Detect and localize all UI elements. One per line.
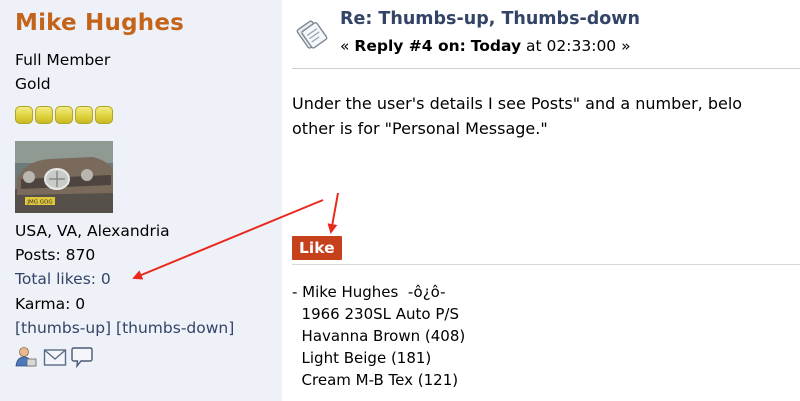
signature-divider (292, 264, 800, 265)
avatar[interactable]: JMG GOG (15, 141, 113, 213)
signature-line: Cream M-B Tex (121) (292, 371, 459, 389)
member-rank: Gold (15, 75, 51, 93)
post-body: Under the user's details I see Posts" an… (292, 91, 800, 141)
star-icon (75, 106, 93, 124)
member-group: Full Member (15, 51, 111, 69)
profile-icon[interactable] (15, 346, 37, 368)
total-likes-link[interactable]: Total likes: 0 (15, 270, 111, 288)
star-icon (15, 106, 33, 124)
rank-stars (15, 106, 113, 126)
email-icon[interactable] (43, 346, 67, 368)
poster-location: USA, VA, Alexandria (15, 222, 170, 240)
reply-number[interactable]: Reply #4 on: (354, 37, 465, 55)
post-body-line: Under the user's details I see Posts" an… (292, 94, 743, 113)
reply-time: at 02:33:00 » (521, 37, 631, 55)
poster-name[interactable]: Mike Hughes (15, 10, 184, 36)
post-subject-link[interactable]: Re: Thumbs-up, Thumbs-down (340, 9, 640, 29)
poster-posts: Posts: 870 (15, 246, 96, 264)
message-icon[interactable] (71, 346, 93, 369)
karma-controls: [thumbs-up] [thumbs-down] (15, 319, 234, 337)
poster-info-panel: Mike Hughes Full Member Gold JMG GOG USA… (0, 0, 282, 401)
signature-line: - Mike Hughes -ô¿ô- (292, 283, 446, 301)
post-icon (294, 17, 328, 51)
avatar-plate-text: JMG GOG (26, 200, 52, 206)
header-divider (292, 68, 800, 69)
post-content: Re: Thumbs-up, Thumbs-down « Reply #4 on… (282, 0, 800, 401)
star-icon (35, 106, 53, 124)
like-button[interactable]: Like (292, 236, 342, 260)
signature-line: Light Beige (181) (292, 349, 432, 367)
reply-prefix: « (340, 37, 355, 55)
star-icon (55, 106, 73, 124)
poster-karma: Karma: 0 (15, 295, 86, 313)
poster-action-icons (15, 346, 93, 369)
reply-info: « Reply #4 on: Today at 02:33:00 » (340, 37, 631, 55)
signature-line: Havanna Brown (408) (292, 327, 466, 345)
post-body-line: other is for "Personal Message." (292, 119, 548, 138)
star-icon (95, 106, 113, 124)
signature-line: 1966 230SL Auto P/S (292, 305, 459, 323)
signature: - Mike Hughes -ô¿ô- 1966 230SL Auto P/S … (292, 281, 465, 391)
thumbs-down-link[interactable]: [thumbs-down] (116, 319, 234, 337)
reply-day: Today (470, 37, 522, 55)
thumbs-up-link[interactable]: [thumbs-up] (15, 319, 111, 337)
